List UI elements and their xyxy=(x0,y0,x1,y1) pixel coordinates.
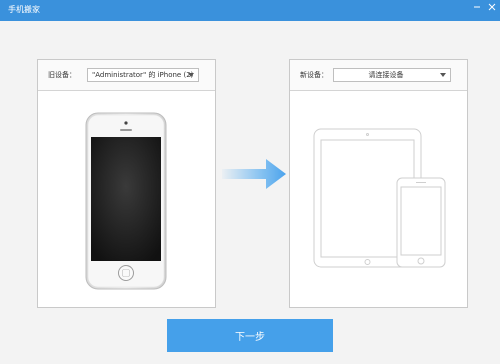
window-title: 手机搬家 xyxy=(8,5,40,14)
speaker-grille xyxy=(120,129,132,131)
home-button-icon xyxy=(118,265,134,281)
minimize-icon xyxy=(474,6,480,8)
minimize-button[interactable] xyxy=(470,0,484,14)
camera-icon xyxy=(124,121,128,125)
transfer-arrow-icon xyxy=(222,159,286,189)
main-content: 旧设备： "Administrator" 的 iPhone (2) 新设备： 请… xyxy=(0,21,500,364)
close-button[interactable] xyxy=(485,0,499,14)
close-icon xyxy=(488,3,496,11)
iphone-illustration xyxy=(85,112,167,290)
phone-outline-icon xyxy=(396,177,446,268)
phone-screen xyxy=(91,137,161,261)
title-bar: 手机搬家 xyxy=(0,0,500,21)
old-device-panel: 旧设备： "Administrator" 的 iPhone (2) xyxy=(37,59,216,308)
next-button-label: 下一步 xyxy=(235,332,265,343)
new-device-panel: 新设备： 请连接设备 xyxy=(289,59,468,308)
next-button[interactable]: 下一步 xyxy=(167,319,333,352)
device-placeholder-illustration xyxy=(313,128,446,268)
